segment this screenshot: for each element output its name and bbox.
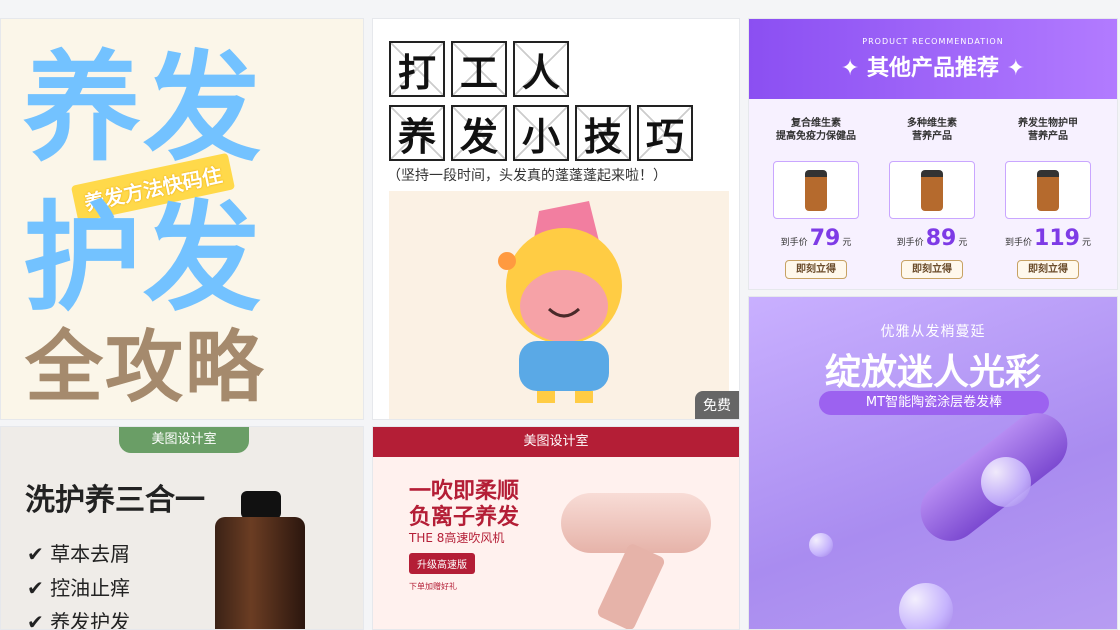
buy-button[interactable]: 即刻立得: [1017, 259, 1079, 279]
template-card-shampoo[interactable]: 美图设计室 洗护养三合一 ✔ 草本去屑 ✔ 控油止痒 ✔ 养发护发: [0, 426, 364, 630]
hair-dryer-handle: [595, 542, 667, 629]
shampoo-bottle-image: [215, 517, 305, 629]
template-card-hair-dryer[interactable]: 美图设计室 一吹即柔顺 负离子养发 THE 8高速吹风机 升级高速版 下单加赠好…: [372, 426, 740, 630]
bubble-decoration: [981, 457, 1031, 507]
bottle-icon: [1037, 169, 1059, 211]
title-row-2: 养 发 小 技 巧: [389, 105, 693, 161]
template-card-hair-tips[interactable]: 打 工 人 养 发 小 技 巧 （坚持一段时间，头发真的蓬蓬蓬起来啦！） 免费: [372, 18, 740, 420]
title-char: 人: [513, 41, 569, 97]
product-desc: 营养产品: [1028, 131, 1068, 142]
header-en: PRODUCT RECOMMENDATION: [862, 37, 1004, 46]
title-char: 小: [513, 105, 569, 161]
product-name: THE 8高速吹风机: [409, 531, 505, 545]
template-card-hair-care-guide[interactable]: 养发 养发方法快码住 护发 全攻略: [0, 18, 364, 420]
hair-dryer-image: [561, 493, 711, 553]
product-price: 到手价79 元: [780, 226, 852, 251]
title-char: 技: [575, 105, 631, 161]
headline-2: 负离子养发: [409, 505, 520, 530]
title-char: 巧: [637, 105, 693, 161]
buy-button[interactable]: 即刻立得: [901, 259, 963, 279]
brand-header: 美图设计室: [373, 427, 739, 457]
feature-list: ✔ 草本去屑 ✔ 控油止痒 ✔ 养发护发: [27, 537, 131, 630]
pump-icon: [241, 491, 281, 519]
tagline: 优雅从发梢蔓延: [880, 324, 986, 340]
bottle-icon: [921, 169, 943, 211]
headline-line-1: 养发: [23, 39, 264, 177]
feature-item: ✔ 养发护发: [27, 610, 131, 630]
product-desc: 营养产品: [912, 131, 952, 142]
product-name: 多种维生素: [907, 118, 957, 129]
cartoon-girl-illustration: [389, 191, 729, 419]
title-char: 发: [451, 105, 507, 161]
product-desc: 提高免疫力保健品: [776, 131, 856, 142]
template-card-curling-iron[interactable]: 优雅从发梢蔓延 绽放迷人光彩 MT智能陶瓷涂层卷发棒: [748, 296, 1118, 630]
buy-button[interactable]: 即刻立得: [785, 259, 847, 279]
product-item[interactable]: 复合维生素 提高免疫力保健品 到手价79 元 即刻立得: [761, 117, 871, 279]
upgrade-badge: 升级高速版: [409, 553, 475, 574]
header-title: ✦ 其他产品推荐 ✦: [840, 56, 1026, 81]
gift-note: 下单加赠好礼: [409, 582, 457, 591]
bubble-decoration: [899, 583, 953, 629]
product-image: [889, 161, 975, 219]
product-image: [773, 161, 859, 219]
bubble-decoration: [809, 533, 833, 557]
brand-tab: 美图设计室: [119, 427, 249, 453]
feature-item: ✔ 草本去屑: [27, 542, 131, 566]
product-name: 养发生物护甲: [1018, 118, 1078, 129]
headline: 绽放迷人光彩: [824, 352, 1041, 393]
headline-line-3: 全攻略: [25, 323, 266, 413]
feature-item: ✔ 控油止痒: [27, 576, 131, 600]
title-char: 养: [389, 105, 445, 161]
product-pill: MT智能陶瓷涂层卷发棒: [819, 391, 1049, 415]
product-price: 到手价119 元: [1005, 226, 1091, 251]
title-char: 打: [389, 41, 445, 97]
headline-line-2: 护发: [23, 189, 264, 327]
product-image: [1005, 161, 1091, 219]
bottle-icon: [805, 169, 827, 211]
title-char: 工: [451, 41, 507, 97]
product-price: 到手价89 元: [896, 226, 968, 251]
headline: 洗护养三合一: [25, 483, 205, 518]
product-item[interactable]: 多种维生素 营养产品 到手价89 元 即刻立得: [877, 117, 987, 279]
recommend-header: PRODUCT RECOMMENDATION ✦ 其他产品推荐 ✦: [749, 19, 1117, 99]
free-badge: 免费: [695, 391, 739, 419]
template-card-product-recommendation[interactable]: PRODUCT RECOMMENDATION ✦ 其他产品推荐 ✦ 复合维生素 …: [748, 18, 1118, 290]
product-name: 复合维生素: [791, 118, 841, 129]
subtitle: （坚持一段时间，头发真的蓬蓬蓬起来啦！）: [387, 168, 667, 184]
product-item[interactable]: 养发生物护甲 营养产品 到手价119 元 即刻立得: [993, 117, 1103, 279]
title-row-1: 打 工 人: [389, 41, 569, 97]
